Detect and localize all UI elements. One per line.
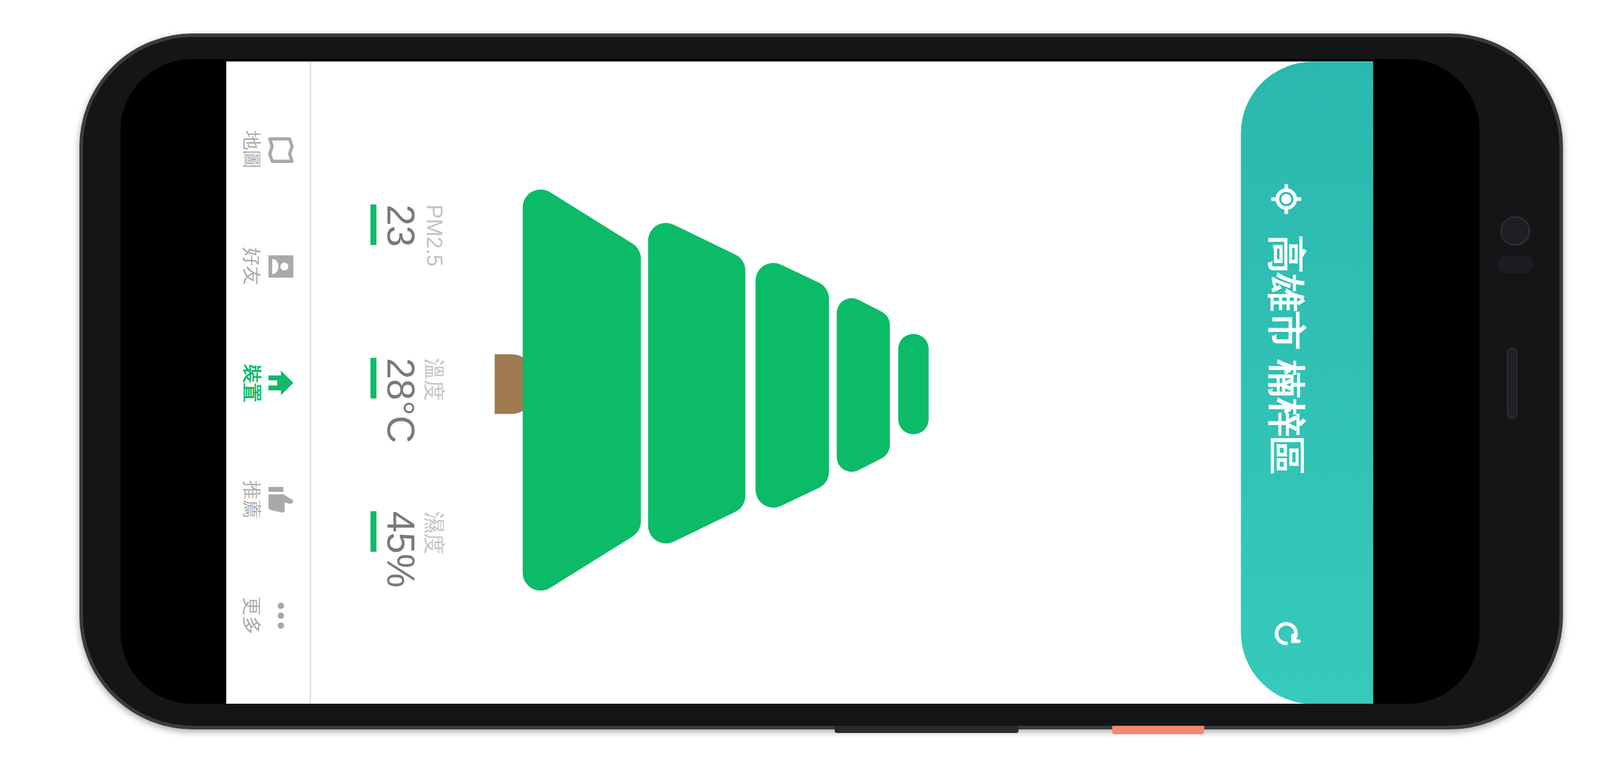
more-icon [265, 600, 296, 631]
nav-item[interactable]: 地圖 [226, 91, 310, 208]
phone-body: 高雄市 楠梓區PM2.523溫度28°C濕度45%地圖好友裝置推薦更多 [79, 33, 1563, 730]
power-button[interactable] [1112, 725, 1205, 735]
nav-item[interactable]: 推薦 [226, 441, 310, 558]
nav-item[interactable]: 好友 [226, 207, 310, 325]
friend-icon [265, 251, 296, 282]
volume-button[interactable] [834, 725, 1019, 734]
stats-row: PM2.523溫度28°C濕度45% [311, 61, 495, 704]
nav-label: 推薦 [240, 480, 263, 519]
phone-screen: 高雄市 楠梓區PM2.523溫度28°C濕度45%地圖好友裝置推薦更多 [120, 59, 1480, 704]
thumbs-up-icon [265, 484, 296, 515]
app-screen: 高雄市 楠梓區PM2.523溫度28°C濕度45%地圖好友裝置推薦更多 [226, 61, 1374, 704]
location-header: 高雄市 楠梓區 [1240, 61, 1374, 704]
device-icon [265, 367, 296, 398]
stat-label: 溫度 [420, 357, 447, 401]
stat-value: 23 [378, 204, 421, 247]
stat-item: PM2.523 [370, 204, 447, 358]
locate-icon[interactable] [1268, 180, 1304, 217]
stat-underline [370, 204, 377, 245]
stat-value: 28°C [378, 357, 421, 443]
nav-item[interactable]: 裝置 [226, 324, 310, 441]
sensor-icon [1497, 255, 1534, 274]
nav-item[interactable]: 更多 [226, 557, 310, 675]
nav-label: 裝置 [240, 363, 263, 402]
nav-label: 地圖 [240, 130, 263, 169]
stat-item: 溫度28°C [370, 357, 447, 512]
refresh-icon[interactable] [1269, 616, 1303, 651]
nav-label: 好友 [240, 247, 263, 286]
stat-label: 濕度 [420, 511, 447, 555]
tree-icon [494, 61, 1241, 704]
speaker-slot [1506, 347, 1518, 420]
stat-label: PM2.5 [420, 204, 447, 267]
stat-value: 45% [378, 511, 421, 588]
location-label: 高雄市 楠梓區 [1263, 234, 1310, 475]
stat-underline [370, 357, 377, 399]
nav-label: 更多 [240, 596, 263, 635]
camera-icon [1500, 216, 1531, 246]
map-icon [265, 134, 296, 165]
app-portrait: 高雄市 楠梓區PM2.523溫度28°C濕度45%地圖好友裝置推薦更多 [226, 61, 1374, 704]
stat-item: 濕度45% [370, 511, 447, 665]
bottom-nav: 地圖好友裝置推薦更多 [226, 61, 312, 704]
stat-underline [370, 511, 377, 552]
